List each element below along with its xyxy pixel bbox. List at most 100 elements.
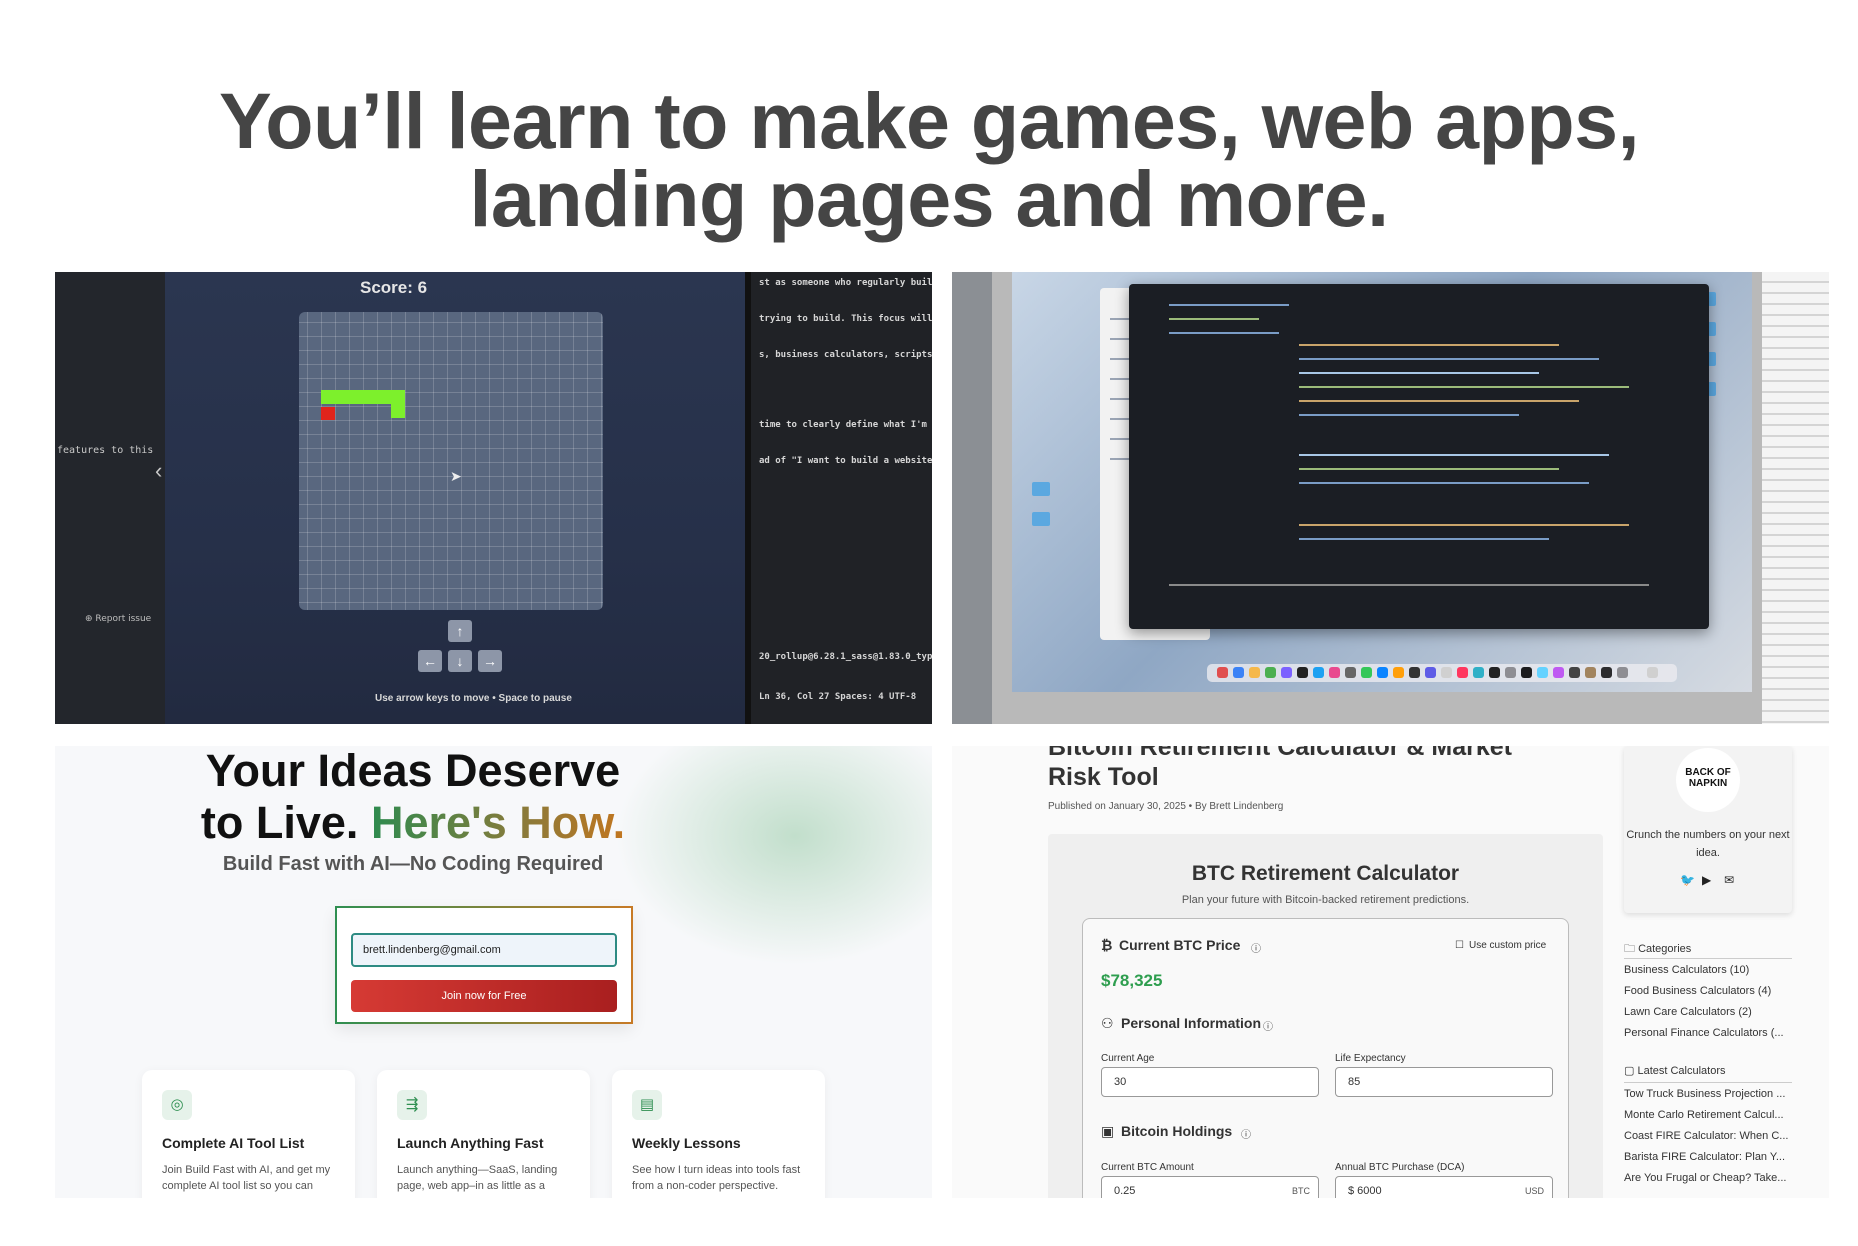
- code-line: [1169, 304, 1289, 306]
- arrow-right-key[interactable]: →: [478, 650, 502, 672]
- code-line: [1299, 454, 1609, 456]
- category-link[interactable]: Food Business Calculators (4): [1624, 985, 1771, 997]
- dock-app-icon[interactable]: [1409, 667, 1420, 678]
- dock-app-icon[interactable]: [1473, 667, 1484, 678]
- current-age-label: Current Age: [1101, 1053, 1155, 1064]
- bookmark-icon: ▢: [1624, 1065, 1635, 1077]
- code-line: [1299, 468, 1559, 470]
- email-icon[interactable]: ✉: [1724, 873, 1734, 887]
- trash-icon[interactable]: [1647, 667, 1658, 678]
- rocket-icon: ⇶: [397, 1090, 427, 1120]
- latest-link[interactable]: Coast FIRE Calculator: When C...: [1624, 1130, 1788, 1142]
- join-button[interactable]: Join now for Free: [351, 980, 617, 1012]
- youtube-icon[interactable]: ▶: [1702, 873, 1711, 887]
- chevron-left-icon[interactable]: ‹: [155, 458, 162, 484]
- dock-app-icon[interactable]: [1265, 667, 1276, 678]
- code-line: [1169, 584, 1649, 586]
- calculator-page-screenshot: Bitcoin Retirement Calculator & Market R…: [952, 746, 1829, 1198]
- custom-price-checkbox[interactable]: ☐: [1455, 940, 1464, 951]
- code-line: [1299, 386, 1629, 388]
- monitor-display: [1012, 272, 1752, 692]
- landing-heading-line-2: to Live. Here's How.: [55, 796, 771, 850]
- dock-app-icon[interactable]: [1537, 667, 1548, 678]
- life-expectancy-input[interactable]: 85: [1335, 1067, 1553, 1097]
- latest-heading: ▢ Latest Calculators: [1624, 1064, 1726, 1077]
- dock-app-icon[interactable]: [1585, 667, 1596, 678]
- dock-app-icon[interactable]: [1361, 667, 1372, 678]
- dock-app-icon[interactable]: [1617, 667, 1628, 678]
- dock-app-icon[interactable]: [1313, 667, 1324, 678]
- dock-app-icon[interactable]: [1505, 667, 1516, 678]
- feature-card: ◎ Complete AI Tool List Join Build Fast …: [142, 1070, 355, 1198]
- app-dock: [1207, 664, 1677, 682]
- snake-game-photo: features to this ‹ ⊕ Report issue Score:…: [55, 272, 932, 724]
- landing-heading-plain: to Live.: [200, 797, 359, 848]
- arrow-left-key[interactable]: ←: [418, 650, 442, 672]
- snake-body: [321, 390, 405, 404]
- twitter-icon[interactable]: 🐦: [1680, 873, 1695, 887]
- snake-tail: [391, 404, 405, 418]
- side-panel-text: features to this: [57, 445, 154, 456]
- dock-app-icon[interactable]: [1569, 667, 1580, 678]
- usd-unit: USD: [1524, 1186, 1544, 1196]
- divider: [1624, 1082, 1792, 1083]
- report-issue-link[interactable]: ⊕ Report issue: [85, 614, 151, 624]
- code-line: 20_rollup@6.28.1_sass@1.83.0_typescr: [759, 652, 932, 662]
- folder-icon: [1032, 512, 1050, 526]
- arrow-up-key[interactable]: ↑: [448, 620, 472, 642]
- dock-app-icon[interactable]: [1553, 667, 1564, 678]
- dca-input[interactable]: $ 6000 USD: [1335, 1176, 1553, 1198]
- site-logo[interactable]: BACK OF NAPKIN: [1676, 748, 1740, 812]
- code-line: [1169, 332, 1279, 334]
- dock-app-icon[interactable]: [1281, 667, 1292, 678]
- divider: [1624, 958, 1792, 959]
- dca-label: Annual BTC Purchase (DCA): [1335, 1162, 1465, 1173]
- dock-app-icon[interactable]: [1521, 667, 1532, 678]
- desktop-monitor-photo: [952, 272, 1829, 724]
- latest-link[interactable]: Monte Carlo Retirement Calcul...: [1624, 1109, 1784, 1121]
- dock-app-icon[interactable]: [1441, 667, 1452, 678]
- categories-heading-label: Categories: [1638, 943, 1692, 955]
- folder-icon: 🗀: [1624, 943, 1635, 955]
- current-age-input[interactable]: 30: [1101, 1067, 1319, 1097]
- dock-app-icon[interactable]: [1217, 667, 1228, 678]
- current-price-value: $78,325: [1101, 971, 1163, 990]
- folder-icon: [1032, 482, 1050, 496]
- latest-link[interactable]: Barista FIRE Calculator: Plan Y...: [1624, 1151, 1785, 1163]
- status-bar-text: Ln 36, Col 27 Spaces: 4 UTF-8: [759, 692, 917, 702]
- landing-page-screenshot: Your Ideas Deserve to Live. Here's How. …: [55, 746, 932, 1198]
- code-line: ad of "I want to build a website,": [759, 456, 932, 466]
- wallet-icon: ▣: [1101, 1123, 1115, 1139]
- category-link[interactable]: Lawn Care Calculators (2): [1624, 1006, 1752, 1018]
- dock-app-icon[interactable]: [1249, 667, 1260, 678]
- dock-app-icon[interactable]: [1393, 667, 1404, 678]
- controls-hint: Use arrow keys to move • Space to pause: [375, 693, 572, 704]
- feature-card-text: Join Build Fast with AI, and get my comp…: [162, 1164, 331, 1192]
- calculator-subtitle: Plan your future with Bitcoin-backed ret…: [1181, 894, 1470, 906]
- calculator-title: BTC Retirement Calculator: [1191, 862, 1460, 885]
- feature-card-title: Weekly Lessons: [632, 1135, 741, 1151]
- dca-value: $ 6000: [1348, 1185, 1382, 1197]
- arrow-down-key[interactable]: ↓: [448, 650, 472, 672]
- latest-link[interactable]: Tow Truck Business Projection ...: [1624, 1088, 1785, 1100]
- dock-app-icon[interactable]: [1425, 667, 1436, 678]
- dock-app-icon[interactable]: [1457, 667, 1468, 678]
- dock-app-icon[interactable]: [1489, 667, 1500, 678]
- latest-heading-label: Latest Calculators: [1637, 1065, 1726, 1077]
- category-link[interactable]: Personal Finance Calculators (...: [1624, 1027, 1784, 1039]
- email-input[interactable]: brett.lindenberg@gmail.com: [351, 933, 617, 967]
- code-line: [1299, 344, 1559, 346]
- info-icon: ⓘ: [1241, 1130, 1251, 1141]
- category-link[interactable]: Business Calculators (10): [1624, 964, 1749, 976]
- feature-card-title: Complete AI Tool List: [162, 1135, 305, 1151]
- dock-app-icon[interactable]: [1297, 667, 1308, 678]
- code-line: [1299, 400, 1579, 402]
- dock-app-icon[interactable]: [1329, 667, 1340, 678]
- dock-app-icon[interactable]: [1233, 667, 1244, 678]
- btc-amount-input[interactable]: 0.25 BTC: [1101, 1176, 1319, 1198]
- dock-app-icon[interactable]: [1345, 667, 1356, 678]
- code-line: [1299, 372, 1539, 374]
- dock-app-icon[interactable]: [1377, 667, 1388, 678]
- dock-app-icon[interactable]: [1601, 667, 1612, 678]
- latest-link[interactable]: Are You Frugal or Cheap? Take...: [1624, 1172, 1786, 1184]
